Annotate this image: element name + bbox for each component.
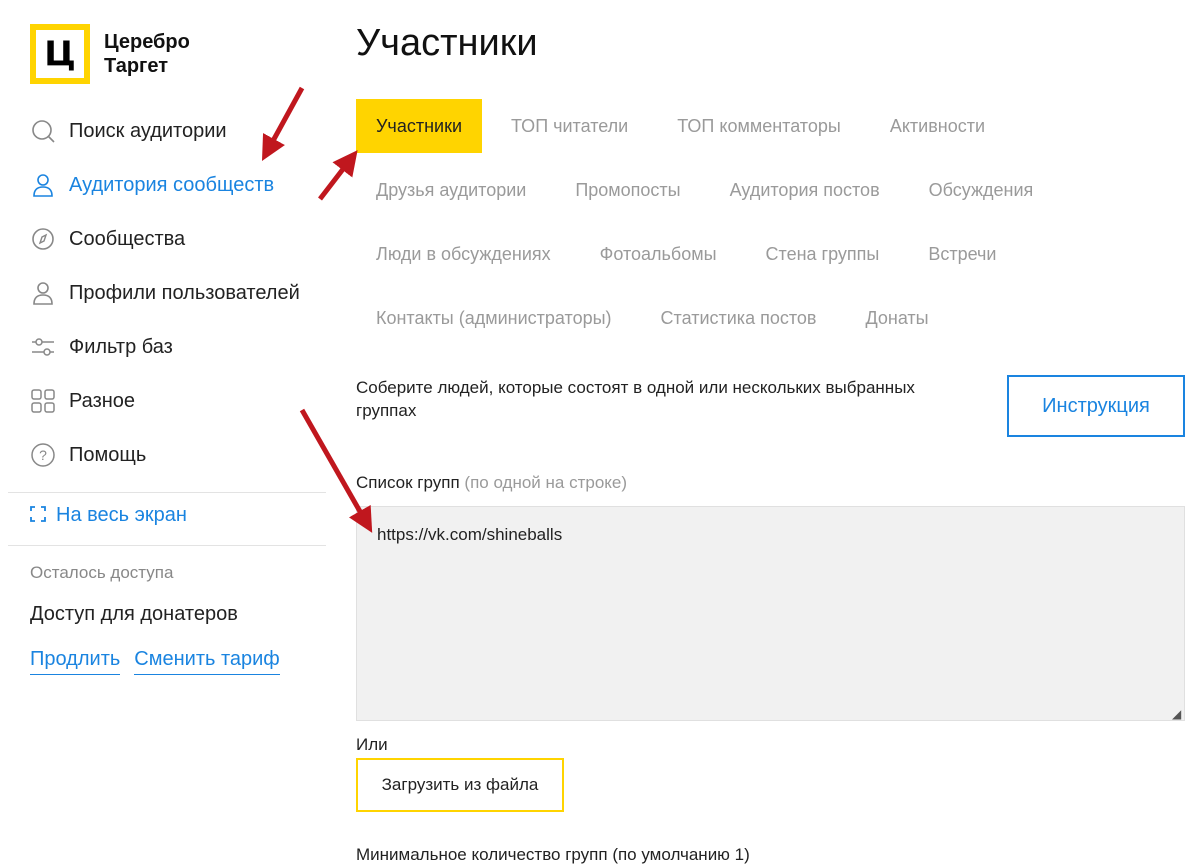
tab-row: Люди в обсуждениях Фотоальбомы Стена гру… <box>356 227 1076 281</box>
tab-audience-friends[interactable]: Друзья аудитории <box>356 163 546 217</box>
tab-top-readers[interactable]: ТОП читатели <box>491 99 648 153</box>
tab-posts-audience[interactable]: Аудитория постов <box>710 163 900 217</box>
access-value: Доступ для донатеров <box>30 603 238 625</box>
user-icon <box>30 172 56 198</box>
sidebar-item-base-filter[interactable]: Фильтр баз <box>30 320 330 374</box>
fullscreen-label: На весь экран <box>56 504 187 526</box>
tab-discussions[interactable]: Обсуждения <box>909 163 1054 217</box>
brand-name-line1: Церебро <box>104 31 190 53</box>
instruction-button[interactable]: Инструкция <box>1007 375 1185 437</box>
tab-members[interactable]: Участники <box>356 99 482 153</box>
sidebar-item-label: Поиск аудитории <box>69 119 227 142</box>
tab-activities[interactable]: Активности <box>870 99 1005 153</box>
profile-icon <box>30 280 56 306</box>
tab-row: Друзья аудитории Промопосты Аудитория по… <box>356 163 1076 217</box>
help-icon: ? <box>30 442 56 468</box>
logo-letter: Ц <box>36 30 84 78</box>
sliders-icon <box>30 334 56 360</box>
group-list-textarea[interactable] <box>356 506 1185 721</box>
sidebar-item-communities[interactable]: Сообщества <box>30 212 330 266</box>
tab-group-wall[interactable]: Стена группы <box>746 227 900 281</box>
page-title: Участники <box>356 22 538 64</box>
or-label: Или <box>356 735 388 754</box>
sidebar-item-help[interactable]: ? Помощь <box>30 428 330 482</box>
description-text: Соберите людей, которые состоят в одной … <box>356 378 915 420</box>
sidebar-item-misc[interactable]: Разное <box>30 374 330 428</box>
tab-post-stats[interactable]: Статистика постов <box>641 291 837 345</box>
logo-mark: Ц <box>30 24 90 84</box>
tab-top-commenters[interactable]: ТОП комментаторы <box>657 99 861 153</box>
sidebar-item-label: Аудитория сообществ <box>69 173 275 196</box>
group-list-hint: (по одной на строке) <box>464 473 628 492</box>
sidebar-nav: Поиск аудитории Аудитория сообществ Сооб… <box>30 104 330 482</box>
brand-logo[interactable]: Ц Церебро Таргет <box>30 24 190 84</box>
tab-row: Контакты (администраторы) Статистика пос… <box>356 291 1076 345</box>
svg-text:?: ? <box>39 447 47 463</box>
sidebar-item-user-profiles[interactable]: Профили пользователей <box>30 266 330 320</box>
sidebar-item-label: Профили пользователей <box>69 281 300 304</box>
extend-link[interactable]: Продлить <box>30 648 121 675</box>
sidebar-item-community-audience[interactable]: Аудитория сообществ <box>30 158 330 212</box>
access-label: Осталось доступа <box>30 563 174 582</box>
brand-name-line2: Таргет <box>104 55 169 77</box>
change-plan-link[interactable]: Сменить тариф <box>134 648 280 675</box>
sidebar-item-label: Разное <box>69 389 136 412</box>
fullscreen-link[interactable]: На весь экран <box>30 504 187 527</box>
tab-row: Участники ТОП читатели ТОП комментаторы … <box>356 99 1076 153</box>
sidebar-item-label: Фильтр баз <box>69 335 173 358</box>
sidebar-divider <box>8 545 326 546</box>
tab-bar: Участники ТОП читатели ТОП комментаторы … <box>356 99 1076 355</box>
group-list-label-text: Список групп <box>356 473 460 492</box>
expand-icon <box>30 505 46 526</box>
sidebar-divider <box>8 492 326 493</box>
tab-donations[interactable]: Донаты <box>845 291 948 345</box>
tab-photo-albums[interactable]: Фотоальбомы <box>580 227 737 281</box>
search-icon <box>30 118 56 144</box>
group-list-label: Список групп (по одной на строке) <box>356 473 627 493</box>
sidebar-item-label: Сообщества <box>69 227 186 250</box>
sidebar-item-search-audience[interactable]: Поиск аудитории <box>30 104 330 158</box>
compass-icon <box>30 226 56 252</box>
sidebar-item-label: Помощь <box>69 443 147 466</box>
min-groups-label: Минимальное количество групп (по умолчан… <box>356 845 750 864</box>
grid-icon <box>30 388 56 414</box>
tab-meetings[interactable]: Встречи <box>908 227 1016 281</box>
plan-links: Продлить Сменить тариф <box>30 648 280 675</box>
brand-name: Церебро Таргет <box>104 30 190 78</box>
tab-people-in-discussions[interactable]: Люди в обсуждениях <box>356 227 571 281</box>
resize-handle-icon[interactable]: ◢ <box>1172 707 1181 721</box>
tab-contacts[interactable]: Контакты (администраторы) <box>356 291 632 345</box>
upload-file-button[interactable]: Загрузить из файла <box>356 758 564 812</box>
tab-promoposts[interactable]: Промопосты <box>555 163 700 217</box>
